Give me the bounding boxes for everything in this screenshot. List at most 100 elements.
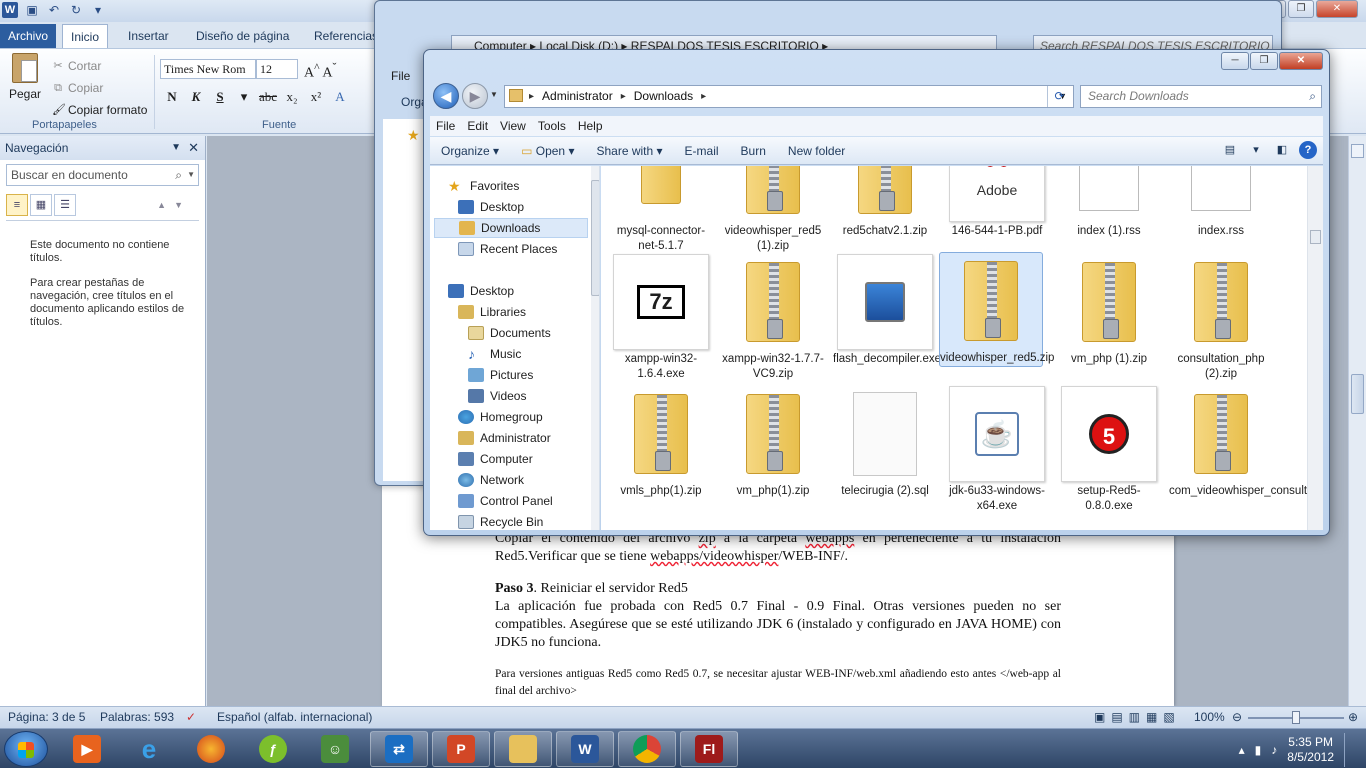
file-item[interactable]: 7z xampp-win32-1.6.4.exe <box>609 254 713 382</box>
cut-button[interactable]: ✂ Cortar <box>52 55 147 77</box>
tree-item-favorites[interactable]: ★ Favorites <box>448 176 519 196</box>
save-icon[interactable]: ▣ <box>24 2 40 18</box>
tray-arrow-icon[interactable]: ▴ <box>1239 743 1245 757</box>
search-input[interactable]: Search Downloads ⌕ <box>1080 85 1322 108</box>
close-button[interactable]: ✕ <box>1316 0 1358 18</box>
grow-shrink-font-icon[interactable]: A^ Aˇ <box>304 61 336 82</box>
taskbar-flash[interactable]: Fl <box>680 731 738 767</box>
menu-help[interactable]: Help <box>572 116 609 136</box>
tree-item-downloads[interactable]: Downloads <box>434 218 588 238</box>
tree-item-administrator[interactable]: Administrator <box>458 428 551 448</box>
tree-scrollbar[interactable] <box>591 166 599 530</box>
pages-view-icon[interactable]: ▦ <box>30 194 52 216</box>
menu-file[interactable]: File <box>430 116 461 136</box>
tree-item-desktop-favorite[interactable]: Desktop <box>458 197 524 217</box>
tab-inicio[interactable]: Inicio <box>62 24 109 49</box>
file-item[interactable]: vmls_php(1).zip <box>609 386 713 499</box>
tree-item-documents[interactable]: Documents <box>468 323 551 343</box>
email-button[interactable]: E-mail <box>674 144 730 158</box>
taskbar-media-player[interactable]: ▶ <box>58 731 116 767</box>
explorer-window[interactable]: ─ ❐ ✕ ◀ ▶ ▼ ▸ Administrator ▸ Downloads … <box>423 49 1330 536</box>
file-item[interactable]: ☕ jdk-6u33-windows-x64.exe <box>945 386 1049 514</box>
headings-view-icon[interactable]: ≡ <box>6 194 28 216</box>
paste-button[interactable]: Pegar <box>8 53 42 101</box>
search-icon[interactable]: ⌕ <box>1309 86 1316 107</box>
signal-icon[interactable]: ▮ <box>1255 743 1262 757</box>
file-list-scrollbar[interactable] <box>1307 166 1323 530</box>
scrollbar-thumb[interactable] <box>1351 374 1364 414</box>
help-icon[interactable]: ? <box>1299 141 1317 159</box>
word-app-icon[interactable]: W <box>2 2 18 18</box>
forward-button[interactable]: ▶ <box>462 83 488 109</box>
taskbar-powerpoint[interactable]: P <box>432 731 490 767</box>
file-item[interactable]: com_videowhisper_consultation.zip <box>1169 386 1323 499</box>
document-scrollbar[interactable] <box>1348 136 1366 706</box>
taskbar-word[interactable]: W <box>556 731 614 767</box>
tree-item-libraries[interactable]: Libraries <box>458 302 526 322</box>
italic-button[interactable]: K <box>186 89 206 105</box>
tab-diseno-pagina[interactable]: Diseño de página <box>188 24 297 48</box>
superscript-button[interactable]: x² <box>306 89 326 105</box>
taskbar-teamviewer[interactable]: ⇄ <box>370 731 428 767</box>
minimize-button[interactable]: ─ <box>1221 52 1249 70</box>
underline-button[interactable]: S <box>210 89 230 105</box>
back-navigation-tree[interactable]: ★ <box>383 119 427 481</box>
address-bar[interactable]: ▸ Administrator ▸ Downloads ▸ ▼ <box>504 85 1074 108</box>
file-item[interactable]: 5 setup-Red5-0.8.0.exe <box>1057 386 1161 514</box>
search-icon[interactable]: ⌕ <box>175 165 182 185</box>
word-count[interactable]: Palabras: 593 <box>100 707 174 728</box>
tab-archivo[interactable]: Archivo <box>0 24 56 48</box>
tree-item-recycle-bin[interactable]: Recycle Bin <box>458 512 543 530</box>
menu-view[interactable]: View <box>494 116 532 136</box>
redo-icon[interactable]: ↻ <box>68 2 84 18</box>
tree-item-network[interactable]: Network <box>458 470 524 490</box>
close-button[interactable]: ✕ <box>1279 52 1323 70</box>
tree-item-homegroup[interactable]: Homegroup <box>458 407 543 427</box>
tree-item-desktop[interactable]: Desktop <box>448 281 514 301</box>
subscript-button[interactable]: x₂ <box>282 89 302 105</box>
search-options-icon[interactable]: ▼ <box>187 165 195 185</box>
chevron-right-icon[interactable]: ▸ <box>701 86 706 107</box>
share-with-button[interactable]: Share with ▾ <box>585 144 673 158</box>
volume-icon[interactable]: ♪ <box>1271 743 1277 757</box>
organize-button[interactable]: Organize ▾ <box>430 144 510 158</box>
page-count[interactable]: Página: 3 de 5 <box>8 707 85 728</box>
scrollbar-thumb[interactable] <box>591 180 599 296</box>
copy-button[interactable]: ⧉ Copiar <box>52 77 147 99</box>
taskbar-internet-explorer[interactable]: e <box>120 731 178 767</box>
text-effects-button[interactable]: A <box>330 89 350 105</box>
file-item[interactable]: consultation_php (2).zip <box>1169 254 1273 382</box>
crumb-administrator[interactable]: Administrator <box>542 86 613 107</box>
zoom-in-icon[interactable]: ⊕ <box>1348 707 1358 728</box>
menu-tools[interactable]: Tools <box>532 116 572 136</box>
chevron-right-icon[interactable]: ▸ <box>529 86 534 107</box>
tab-insertar[interactable]: Insertar <box>120 24 177 48</box>
file-item[interactable]: red5chatv2.1.zip <box>833 166 937 239</box>
file-item[interactable]: ⌘Adobe 146-544-1-PB.pdf <box>945 166 1049 239</box>
scrollbar-thumb[interactable] <box>1310 230 1321 244</box>
tree-item-control-panel[interactable]: Control Panel <box>458 491 553 511</box>
previous-next-arrows-icon[interactable]: ▲▼ <box>157 200 191 210</box>
taskbar-firefox[interactable] <box>182 731 240 767</box>
file-item[interactable]: telecirugia (2).sql <box>833 386 937 499</box>
chevron-down-icon[interactable]: ▼ <box>171 136 181 160</box>
file-item[interactable]: videowhisper_red5 (1).zip <box>721 166 825 254</box>
chevron-right-icon[interactable]: ▸ <box>621 86 626 107</box>
tree-item-pictures[interactable]: Pictures <box>468 365 533 385</box>
file-item[interactable]: index.rss <box>1169 166 1273 239</box>
file-item-selected[interactable]: videowhisper_red5.zip <box>939 252 1054 367</box>
back-menu-file[interactable]: File <box>391 69 410 83</box>
file-item[interactable]: vm_php (1).zip <box>1057 254 1161 367</box>
zoom-level[interactable]: 100% <box>1194 707 1225 728</box>
new-folder-button[interactable]: New folder <box>777 144 856 158</box>
open-button[interactable]: ▭ Open ▾ <box>510 144 585 158</box>
zoom-slider-knob[interactable] <box>1292 711 1300 724</box>
preview-pane-icon[interactable]: ◧ <box>1273 141 1291 159</box>
maximize-button[interactable]: ❐ <box>1250 52 1278 70</box>
crumb-downloads[interactable]: Downloads <box>634 86 693 107</box>
taskbar-dreamweaver[interactable]: ƒ <box>244 731 302 767</box>
view-ruler-button[interactable] <box>1351 144 1364 158</box>
font-family-select[interactable]: Times New Rom <box>160 59 256 79</box>
strikethrough-button[interactable]: abc <box>258 89 278 105</box>
taskbar-explorer[interactable] <box>494 731 552 767</box>
